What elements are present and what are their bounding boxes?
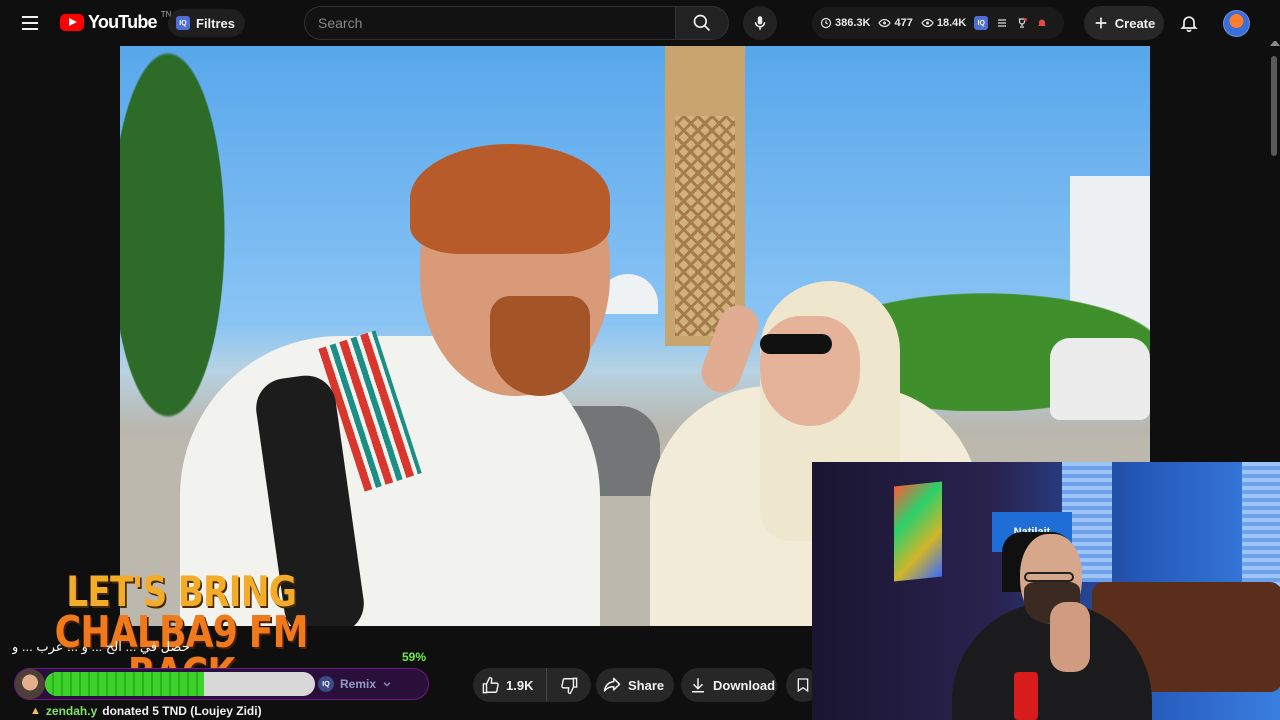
account-avatar[interactable]	[1223, 10, 1250, 37]
create-label: Create	[1114, 15, 1156, 31]
video-scene-sunglasses	[760, 334, 832, 354]
menu-icon[interactable]	[14, 8, 46, 38]
donation-goal-bar: be	[45, 672, 315, 696]
trophy-icon[interactable]	[1016, 17, 1028, 29]
share-label: Share	[628, 677, 665, 693]
clock-icon	[820, 17, 832, 29]
iq-icon: IQ	[176, 16, 190, 30]
like-button[interactable]: 1.9K	[473, 668, 547, 702]
iq-extension-icon[interactable]: IQ	[974, 16, 989, 30]
like-count: 1.9K	[506, 677, 534, 693]
total-views-stat: 18.4K	[921, 17, 966, 29]
list-icon[interactable]	[996, 17, 1008, 29]
watch-time-stat: 386.3K	[820, 17, 870, 29]
extension-stats-bar: 386.3K 477 18.4K IQ	[812, 7, 1064, 39]
channel-avatar[interactable]	[15, 669, 45, 699]
logo-text: YouTube	[88, 12, 158, 32]
overlay-line-1: LET'S BRING	[66, 567, 297, 616]
search-input[interactable]	[304, 6, 675, 40]
webcam-scene-tv	[894, 481, 942, 582]
video-title: حصل في ... الخ ... و ... عرب ... و	[12, 639, 190, 654]
video-scene-minaret-pattern	[675, 116, 735, 336]
create-button[interactable]: Create	[1084, 6, 1164, 40]
filtres-button[interactable]: IQ Filtres	[168, 9, 246, 37]
share-button[interactable]: Share	[596, 668, 674, 702]
channel-row: be IQ Remix	[14, 668, 429, 700]
bookmark-icon	[797, 678, 809, 693]
like-dislike-group: 1.9K	[473, 668, 591, 702]
scrollbar-thumb[interactable]	[1271, 56, 1277, 156]
live-viewers-stat: 477	[878, 17, 913, 29]
scroll-up-arrow[interactable]	[1270, 38, 1280, 46]
bell-icon	[1180, 16, 1198, 33]
remix-label: Remix	[340, 677, 377, 691]
donation-alert: ▲ zendah.y donated 5 TND (Loujey Zidi)	[30, 704, 262, 718]
video-scene-white-car	[1050, 338, 1150, 420]
video-scene-woman-face	[760, 316, 860, 426]
donation-username: zendah.y	[45, 704, 98, 718]
top-bar: YouTube TN IQ Filtres 386.3K 477 18.4K I…	[0, 0, 1280, 46]
search-bar	[304, 6, 729, 40]
video-scene-man-beard	[490, 296, 590, 396]
goal-percent: 59%	[402, 650, 427, 664]
download-icon	[692, 678, 704, 693]
search-icon	[693, 14, 711, 32]
streamer-webcam: Natilait	[812, 462, 1280, 720]
thumbs-down-icon	[560, 677, 577, 694]
watch-time-value: 386.3K	[835, 17, 871, 29]
thumbs-up-icon	[482, 676, 499, 693]
microphone-icon	[754, 16, 766, 30]
download-label: Download	[713, 677, 776, 693]
plus-icon	[1095, 17, 1107, 29]
dislike-button[interactable]	[547, 668, 591, 702]
share-icon	[603, 677, 621, 692]
chevron-down-icon	[383, 682, 391, 687]
gift-icon: ▲	[30, 705, 41, 717]
webcam-scene-glasses	[1024, 572, 1074, 582]
donation-goal-fill	[45, 672, 205, 696]
download-button[interactable]: Download	[681, 668, 777, 702]
notifications-button[interactable]	[1174, 8, 1204, 38]
live-viewers-value: 477	[894, 17, 913, 29]
donation-message: donated 5 TND (Loujey Zidi)	[102, 704, 262, 718]
eye-icon	[878, 18, 892, 28]
webcam-scene-hand	[1050, 602, 1090, 672]
notification-alert-icon[interactable]	[1036, 17, 1048, 29]
eye-icon	[921, 18, 934, 28]
youtube-play-icon	[60, 14, 84, 31]
filtres-label: Filtres	[196, 15, 236, 31]
video-scene-man-hair	[410, 144, 610, 254]
voice-search-button[interactable]	[743, 6, 777, 40]
youtube-logo[interactable]: YouTube TN	[60, 10, 171, 33]
iq-remix-icon: IQ	[318, 676, 334, 692]
total-views-value: 18.4K	[936, 17, 967, 29]
webcam-scene-red-cup	[1014, 672, 1038, 720]
search-button[interactable]	[675, 6, 729, 40]
remix-button[interactable]: IQ Remix	[318, 672, 408, 696]
